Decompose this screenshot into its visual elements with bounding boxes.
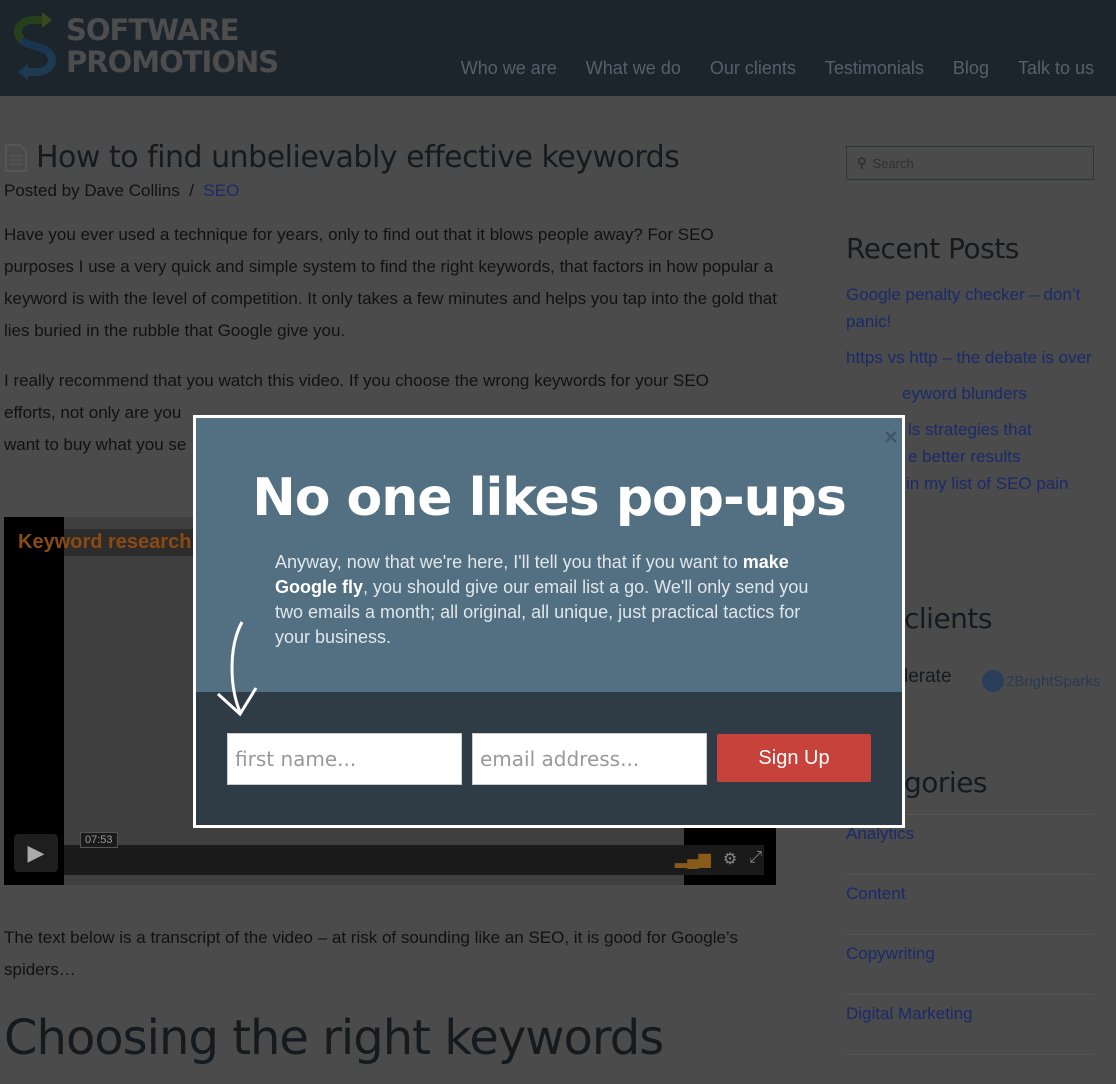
nav-talk-to-us[interactable]: Talk to us <box>1018 58 1094 79</box>
search-icon: ⚲ <box>857 155 867 170</box>
recent-post-link[interactable]: https vs http – the debate is over <box>846 344 1094 371</box>
first-name-input[interactable]: first name... <box>227 733 462 785</box>
intro-paragraph: Have you ever used a technique for years… <box>4 225 777 340</box>
categories-heading: gories <box>904 766 988 799</box>
category-copywriting[interactable]: Copywriting <box>846 935 1094 995</box>
email-input[interactable]: email address... <box>472 733 707 785</box>
search-placeholder: Search <box>872 155 914 171</box>
recent-posts-heading: Recent Posts <box>846 232 1019 265</box>
nav-what-we-do[interactable]: What we do <box>586 58 681 79</box>
play-button[interactable]: ▶ <box>14 834 58 872</box>
document-icon <box>5 143 27 172</box>
para2-line1: I really recommend that you watch this v… <box>4 371 709 390</box>
recent-post-link[interactable]: eyword blunders <box>846 380 1094 407</box>
client-logo: 2BrightSparks <box>982 670 1100 692</box>
post-author: Posted by Dave Collins <box>4 181 180 200</box>
section-heading: Choosing the right keywords <box>4 1010 664 1066</box>
nav-blog[interactable]: Blog <box>953 58 989 79</box>
article: How to find unbelievably effective keywo… <box>4 140 784 461</box>
nav-our-clients[interactable]: Our clients <box>710 58 796 79</box>
video-title: Keyword research <box>14 529 196 556</box>
main-nav: Who we are What we do Our clients Testim… <box>461 58 1094 79</box>
arrow-down-icon <box>216 621 258 717</box>
logo-line-1: SOFTWARE <box>66 13 239 47</box>
category-link-seo[interactable]: SEO <box>203 181 239 200</box>
para2-line3: want to buy what you se <box>4 435 187 454</box>
clients-heading: clients <box>904 602 993 635</box>
post-title: How to find unbelievably effective keywo… <box>36 140 680 175</box>
search-input[interactable]: ⚲ Search <box>846 146 1094 180</box>
recent-post-link[interactable]: Google penalty checker – don’t panic! <box>846 281 1094 335</box>
newsletter-popup: × No one likes pop-ups Anyway, now that … <box>193 415 905 828</box>
video-time: 07:53 <box>80 832 118 848</box>
transcript-intro: The text below is a transcript of the vi… <box>4 928 738 979</box>
category-digital-marketing[interactable]: Digital Marketing <box>846 995 1094 1055</box>
sign-up-button[interactable]: Sign Up <box>717 734 871 782</box>
category-content[interactable]: Content <box>846 875 1094 935</box>
meta-separator: / <box>189 181 194 200</box>
video-progress-bar[interactable] <box>64 845 764 875</box>
popup-top: × No one likes pop-ups Anyway, now that … <box>196 418 902 692</box>
nav-who-we-are[interactable]: Who we are <box>461 58 557 79</box>
popup-text: Anyway, now that we're here, I'll tell y… <box>275 552 809 647</box>
settings-gear-icon[interactable]: ⚙ <box>723 849 737 869</box>
logo-arrows-icon <box>14 12 56 80</box>
para2-line2: efforts, not only are you <box>4 403 182 422</box>
site-header: SOFTWARE PROMOTIONS Who we are What we d… <box>0 0 1116 96</box>
logo-line-2: PROMOTIONS <box>66 45 279 79</box>
volume-icon[interactable]: ▂▄▆ <box>675 849 711 869</box>
close-icon[interactable]: × <box>884 424 898 452</box>
logo[interactable]: SOFTWARE PROMOTIONS <box>12 10 279 82</box>
nav-testimonials[interactable]: Testimonials <box>825 58 924 79</box>
fullscreen-icon[interactable]: ⤢ <box>749 849 762 869</box>
popup-title: No one likes pop-ups <box>252 468 847 528</box>
client-logo: lerate <box>904 666 952 687</box>
recent-post-fragment: eyword blunders <box>902 384 1027 403</box>
